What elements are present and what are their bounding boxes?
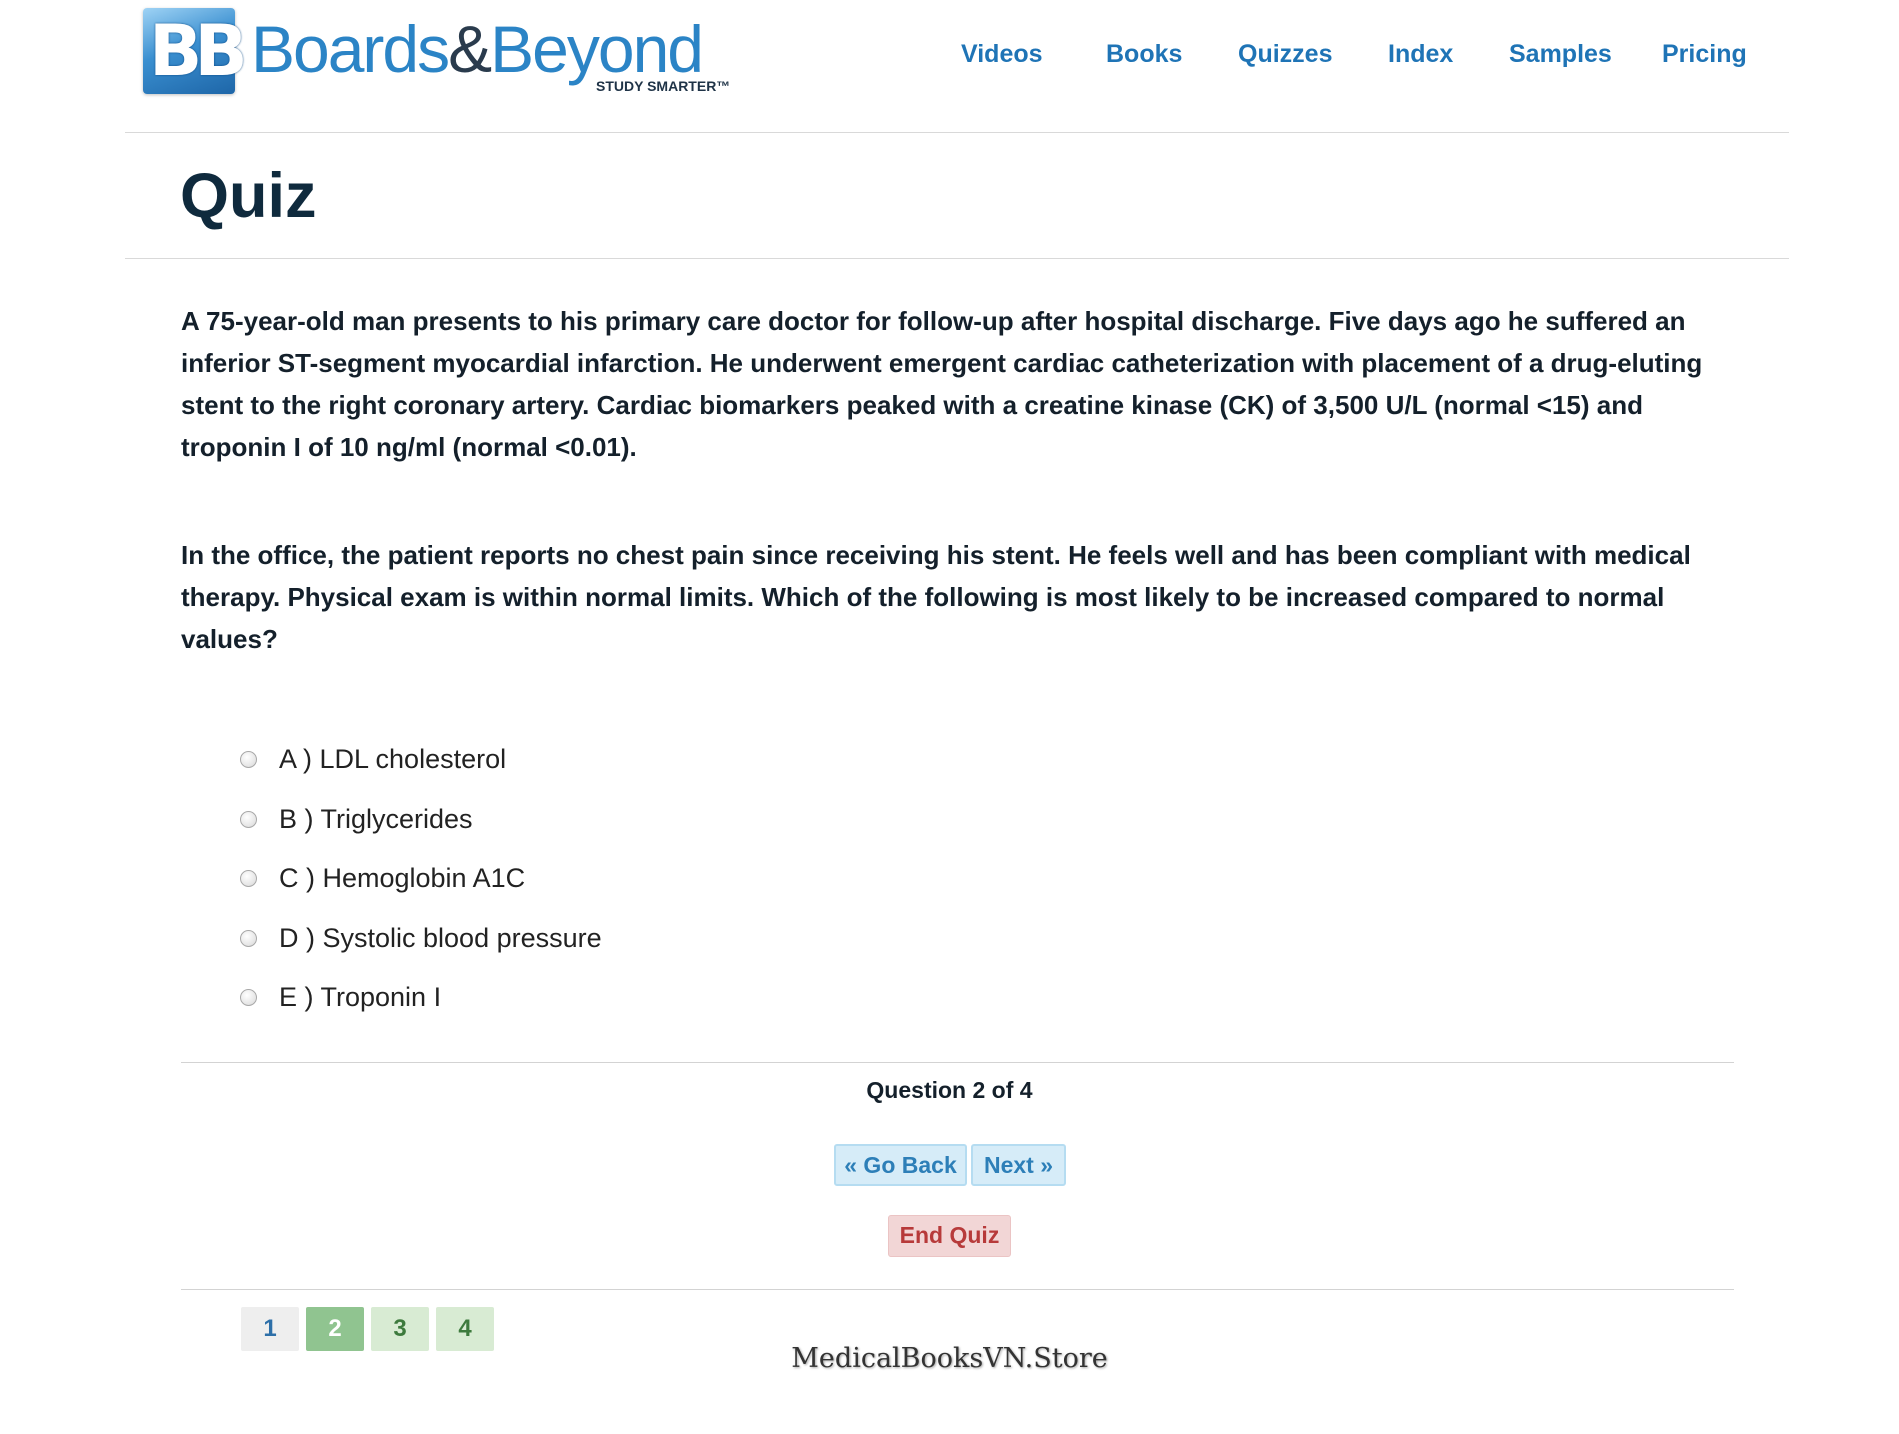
divider — [181, 1062, 1734, 1063]
option-d[interactable]: D ) Systolic blood pressure — [240, 909, 602, 969]
radio-button[interactable] — [240, 810, 257, 828]
option-e[interactable]: E ) Troponin I — [240, 968, 602, 1028]
logo-badge-text: BB — [149, 10, 248, 92]
brand-logo[interactable]: BB Boards&Beyond STUDY SMARTER™ — [143, 8, 730, 98]
answer-options: A ) LDL cholesterol B ) Triglycerides C … — [240, 730, 602, 1028]
question-stem: A 75-year-old man presents to his primar… — [181, 300, 1736, 726]
nav-samples[interactable]: Samples — [1509, 40, 1612, 69]
divider — [181, 1289, 1734, 1290]
logo-brand-amp: & — [448, 12, 492, 86]
question-counter: Question 2 of 4 — [866, 1077, 1033, 1103]
watermark: MedicalBooksVN.Store — [791, 1343, 1108, 1374]
option-label[interactable]: B ) Triglycerides — [279, 804, 473, 835]
logo-brand-main: Boards — [251, 12, 450, 86]
radio-button[interactable] — [240, 751, 257, 769]
nav-videos[interactable]: Videos — [961, 40, 1043, 69]
go-back-button[interactable]: « Go Back — [834, 1144, 967, 1186]
nav-pricing[interactable]: Pricing — [1662, 40, 1747, 69]
nav-books[interactable]: Books — [1106, 40, 1182, 69]
logo-tagline: STUDY SMARTER™ — [596, 78, 731, 94]
end-quiz-button[interactable]: End Quiz — [888, 1215, 1011, 1257]
option-label[interactable]: A ) LDL cholesterol — [279, 744, 506, 775]
option-c[interactable]: C ) Hemoglobin A1C — [240, 849, 602, 909]
logo-badge: BB — [143, 8, 248, 94]
question-paragraph: In the office, the patient reports no ch… — [181, 540, 1691, 654]
nav-index[interactable]: Index — [1388, 40, 1453, 69]
option-a[interactable]: A ) LDL cholesterol — [240, 730, 602, 790]
option-label[interactable]: E ) Troponin I — [279, 982, 441, 1013]
nav-quizzes[interactable]: Quizzes — [1238, 40, 1332, 69]
site-header: BB Boards&Beyond STUDY SMARTER™ Videos B… — [125, 0, 1789, 133]
page-title: Quiz — [180, 161, 317, 231]
option-label[interactable]: C ) Hemoglobin A1C — [279, 863, 525, 894]
logo-brand-end: Beyond — [490, 12, 704, 86]
radio-button[interactable] — [240, 989, 257, 1007]
title-band: Quiz — [125, 132, 1789, 259]
option-b[interactable]: B ) Triglycerides — [240, 790, 602, 850]
next-button[interactable]: Next » — [971, 1144, 1066, 1186]
option-label[interactable]: D ) Systolic blood pressure — [279, 923, 602, 954]
logo-wordmark: Boards&Beyond — [251, 10, 704, 88]
question-paragraph: A 75-year-old man presents to his primar… — [181, 306, 1703, 462]
radio-button[interactable] — [240, 870, 257, 888]
radio-button[interactable] — [240, 929, 257, 947]
